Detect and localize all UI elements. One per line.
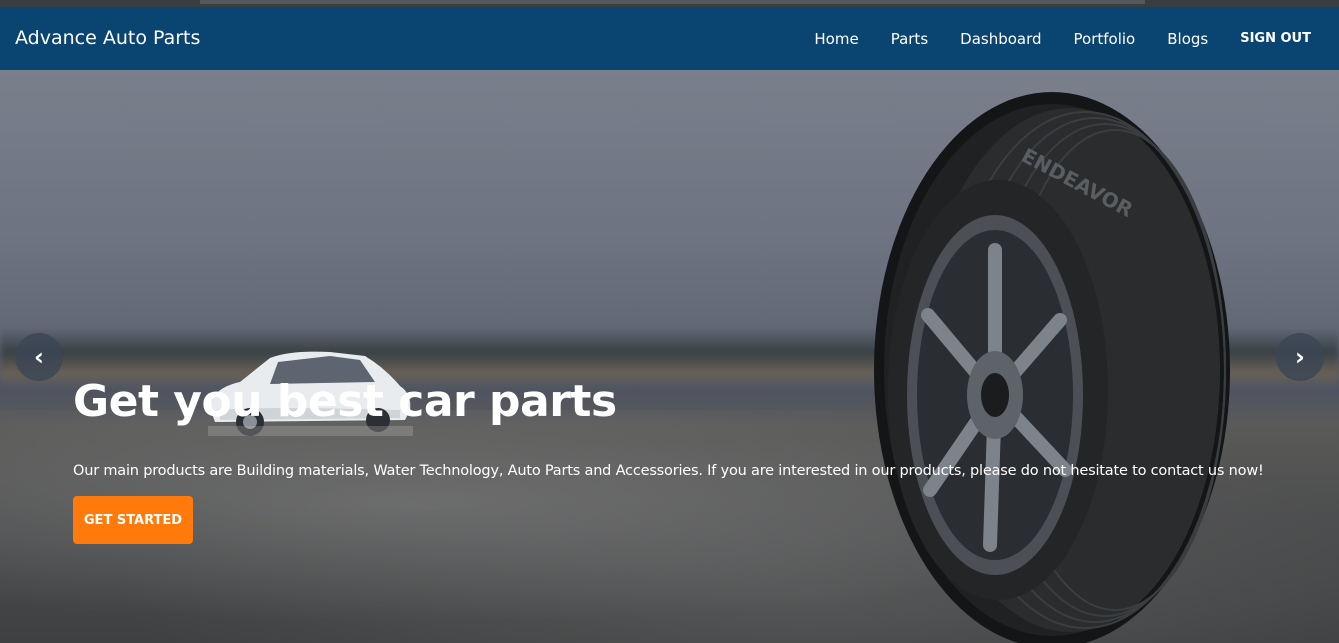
hero-carousel: ENDEAVOR ‹ › Get you best car parts Our …: [0, 70, 1339, 643]
nav-link-dashboard[interactable]: Dashboard: [960, 30, 1041, 48]
nav-link-portfolio[interactable]: Portfolio: [1074, 30, 1136, 48]
brand-logo[interactable]: Advance Auto Parts: [15, 7, 200, 70]
tire-image: ENDEAVOR: [874, 92, 1230, 643]
nav-link-blogs[interactable]: Blogs: [1167, 30, 1208, 48]
top-strip-bar: [200, 0, 1145, 4]
carousel-prev-button[interactable]: ‹: [15, 333, 63, 381]
hero-description: Our main products are Building materials…: [73, 463, 1264, 479]
chevron-left-icon: ‹: [34, 343, 44, 371]
chevron-right-icon: ›: [1295, 343, 1305, 371]
get-started-button[interactable]: GET STARTED: [73, 496, 193, 544]
navbar: Advance Auto Parts Home Parts Dashboard …: [0, 7, 1339, 70]
carousel-next-button[interactable]: ›: [1276, 333, 1324, 381]
sign-out-button[interactable]: SIGN OUT: [1240, 31, 1311, 46]
nav-link-parts[interactable]: Parts: [891, 30, 928, 48]
browser-top-strip: [0, 0, 1339, 7]
nav-links: Home Parts Dashboard Portfolio Blogs SIG…: [782, 7, 1339, 70]
nav-link-home[interactable]: Home: [814, 30, 858, 48]
hero-headline: Get you best car parts: [73, 376, 617, 427]
